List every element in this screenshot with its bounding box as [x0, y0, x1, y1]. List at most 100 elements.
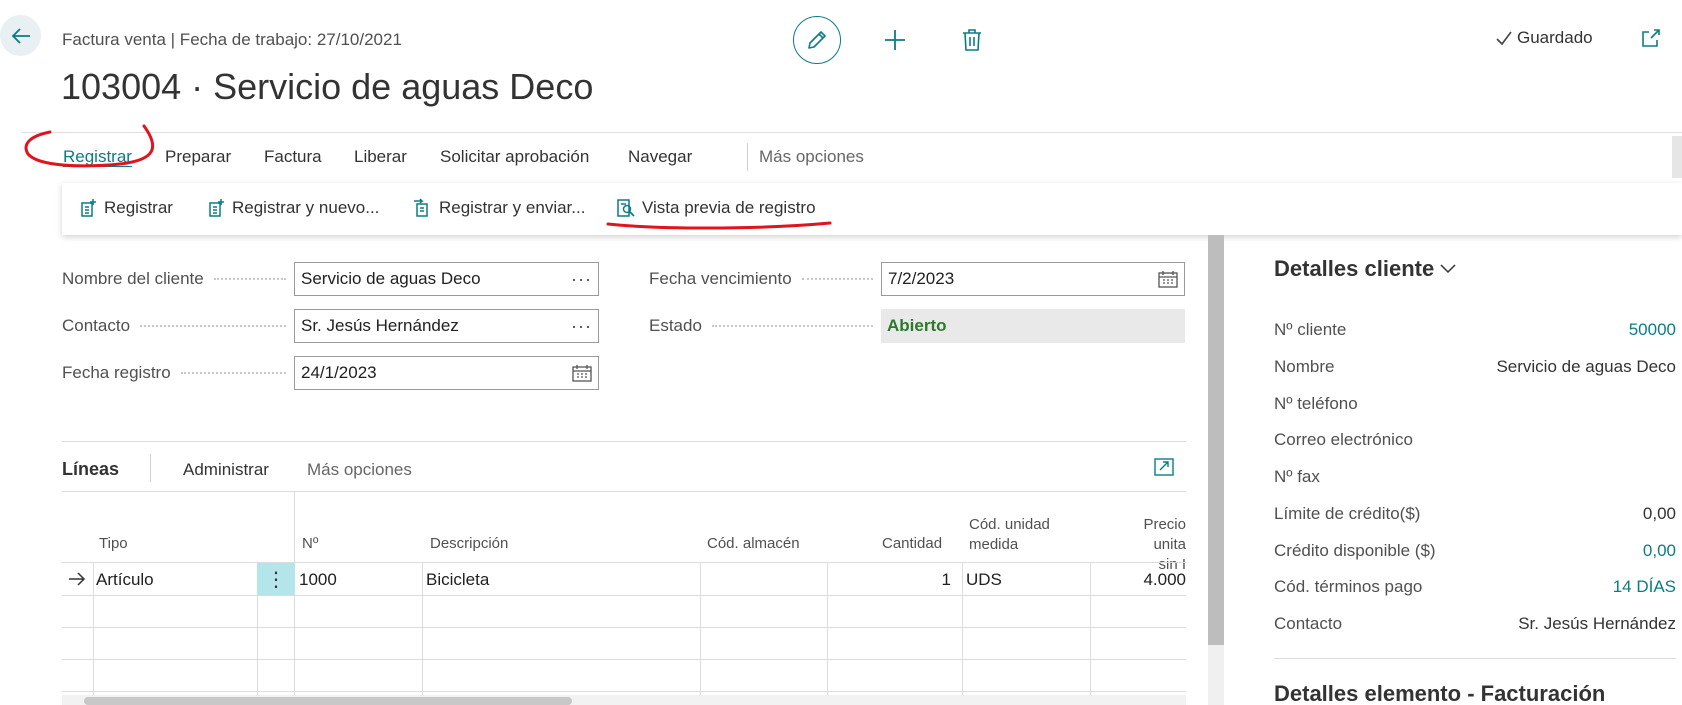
- action-vista-previa-de-registro[interactable]: Vista previa de registro: [616, 198, 816, 218]
- cell-no[interactable]: 1000: [299, 570, 337, 590]
- vertical-scrollbar-track[interactable]: [1208, 645, 1224, 705]
- column-header-cantidad[interactable]: Cantidad: [882, 534, 942, 554]
- registrar-submenu: Registrar Registrar y nuevo... Registrar…: [62, 183, 1682, 235]
- contact-field[interactable]: Sr. Jesús Hernández ···: [294, 309, 599, 343]
- factbox-row-phone: Nº teléfono: [1274, 394, 1358, 413]
- column-header-almacen[interactable]: Cód. almacén: [707, 534, 800, 554]
- cell-cantidad[interactable]: 1: [831, 570, 951, 590]
- factbox-row-customer-no: Nº cliente 50000: [1274, 320, 1676, 340]
- calendar-icon[interactable]: [1158, 270, 1178, 288]
- factbox-title: Detalles cliente: [1274, 256, 1435, 281]
- grid-row-line: [62, 595, 1186, 596]
- preview-posting-icon: [617, 199, 635, 217]
- column-header-tipo[interactable]: Tipo: [99, 534, 128, 554]
- menu-factura[interactable]: Factura: [264, 147, 322, 167]
- action-menu-bar: Registrar Preparar Factura Liberar Solic…: [22, 132, 1682, 182]
- post-new-icon: [209, 199, 224, 217]
- grid-column-line: [827, 562, 828, 705]
- factbox-row-email: Correo electrónico: [1274, 430, 1413, 449]
- post-document-icon: [81, 199, 96, 217]
- grid-column-line: [422, 562, 423, 705]
- action-registrar[interactable]: Registrar: [80, 198, 173, 218]
- cell-descripcion[interactable]: Bicicleta: [426, 570, 489, 590]
- cell-unidad-medida[interactable]: UDS: [966, 570, 1002, 590]
- menu-separator: [747, 143, 748, 171]
- horizontal-scrollbar-thumb[interactable]: [84, 697, 572, 705]
- due-date-value: 7/2/2023: [888, 269, 955, 288]
- customer-name-field[interactable]: Servicio de aguas Deco ···: [294, 262, 599, 296]
- grid-column-line: [962, 562, 963, 705]
- grid-row-line: [62, 659, 1186, 660]
- menu-preparar[interactable]: Preparar: [165, 147, 231, 167]
- contact-value: Sr. Jesús Hernández: [301, 316, 459, 335]
- popout-icon: [1642, 29, 1660, 47]
- menu-mas-opciones[interactable]: Más opciones: [759, 147, 864, 167]
- factbox-row-credit-limit: Límite de crédito($) 0,00: [1274, 504, 1676, 523]
- lines-mas-opciones[interactable]: Más opciones: [307, 460, 412, 480]
- menu-liberar[interactable]: Liberar: [354, 147, 407, 167]
- payment-terms-link[interactable]: 14 DÍAS: [1613, 577, 1676, 597]
- due-date-field[interactable]: 7/2/2023: [881, 262, 1185, 296]
- lookup-icon[interactable]: ···: [571, 316, 592, 337]
- menu-registrar[interactable]: Registrar: [63, 147, 132, 167]
- contact-label: Contacto: [62, 316, 292, 336]
- grid-column-line: [93, 562, 94, 705]
- grid-column-line: [294, 492, 295, 705]
- menu-solicitar-aprobacion[interactable]: Solicitar aprobación: [440, 147, 589, 167]
- factbox-customer-details-toggle[interactable]: Detalles cliente: [1274, 256, 1456, 282]
- posting-date-value: 24/1/2023: [301, 363, 377, 382]
- column-header-unidad-medida[interactable]: Cód. unidad medida: [969, 515, 1050, 555]
- factbox-row-name: Nombre Servicio de aguas Deco: [1274, 357, 1676, 376]
- back-button[interactable]: [0, 15, 41, 56]
- menu-navegar[interactable]: Navegar: [628, 147, 692, 167]
- grid-row-line: [62, 627, 1186, 628]
- cell-precio-unitario[interactable]: 4.000: [1094, 570, 1186, 590]
- more-vertical-icon: ⋮: [266, 568, 286, 591]
- new-button[interactable]: [880, 25, 910, 55]
- lookup-icon[interactable]: ···: [571, 269, 592, 290]
- page-title: 103004 · Servicio de aguas Deco: [61, 66, 594, 107]
- factbox-row-payment-terms: Cód. términos pago 14 DÍAS: [1274, 577, 1676, 597]
- row-actions-button[interactable]: ⋮: [257, 563, 295, 595]
- status-value: Abierto: [881, 309, 1185, 343]
- saved-status: Guardado: [1495, 28, 1593, 48]
- column-header-descripcion[interactable]: Descripción: [430, 534, 508, 554]
- vertical-scrollbar-thumb[interactable]: [1208, 235, 1224, 645]
- saved-label: Guardado: [1517, 28, 1593, 47]
- lines-toolbar: Líneas Administrar Más opciones: [62, 442, 1186, 492]
- customer-name-value: Servicio de aguas Deco: [301, 269, 481, 288]
- available-credit-link[interactable]: 0,00: [1643, 541, 1676, 561]
- posting-date-label: Fecha registro: [62, 363, 292, 383]
- calendar-icon[interactable]: [572, 364, 592, 382]
- grid-column-line: [700, 562, 701, 705]
- open-new-window-button[interactable]: [1640, 27, 1664, 51]
- action-label: Registrar y enviar...: [439, 198, 586, 217]
- check-icon: [1496, 31, 1512, 46]
- column-header-precio-unitario[interactable]: Precio unita sin I: [1107, 515, 1186, 575]
- action-label: Vista previa de registro: [642, 198, 816, 217]
- lines-administrar[interactable]: Administrar: [183, 460, 269, 480]
- posting-date-field[interactable]: 24/1/2023: [294, 356, 599, 390]
- factbox-row-contact: Contacto Sr. Jesús Hernández: [1274, 614, 1676, 633]
- factbox-item-details-title[interactable]: Detalles elemento - Facturación: [1274, 681, 1605, 705]
- edit-button[interactable]: [793, 16, 841, 64]
- arrow-left-icon: [11, 27, 30, 44]
- delete-button[interactable]: [957, 25, 987, 55]
- chevron-down-icon: [1440, 264, 1456, 274]
- factbox-row-fax: Nº fax: [1274, 467, 1320, 486]
- cell-tipo[interactable]: Artículo: [96, 570, 154, 590]
- due-date-label: Fecha vencimiento: [649, 269, 879, 289]
- action-registrar-y-nuevo[interactable]: Registrar y nuevo...: [208, 198, 379, 218]
- factbox-row-available-credit: Crédito disponible ($) 0,00: [1274, 541, 1676, 561]
- status-label: Estado: [649, 316, 879, 336]
- column-header-no[interactable]: Nº: [302, 534, 318, 554]
- action-label: Registrar y nuevo...: [232, 198, 380, 217]
- customer-name-label: Nombre del cliente: [62, 269, 292, 289]
- customer-no-link[interactable]: 50000: [1629, 320, 1676, 340]
- arrow-right-icon: [69, 572, 86, 586]
- menubar-scroll-edge: [1672, 136, 1682, 178]
- action-registrar-y-enviar[interactable]: Registrar y enviar...: [413, 198, 585, 218]
- trash-icon: [963, 29, 981, 51]
- grid-column-line: [1090, 562, 1091, 705]
- expand-icon[interactable]: [1154, 458, 1174, 476]
